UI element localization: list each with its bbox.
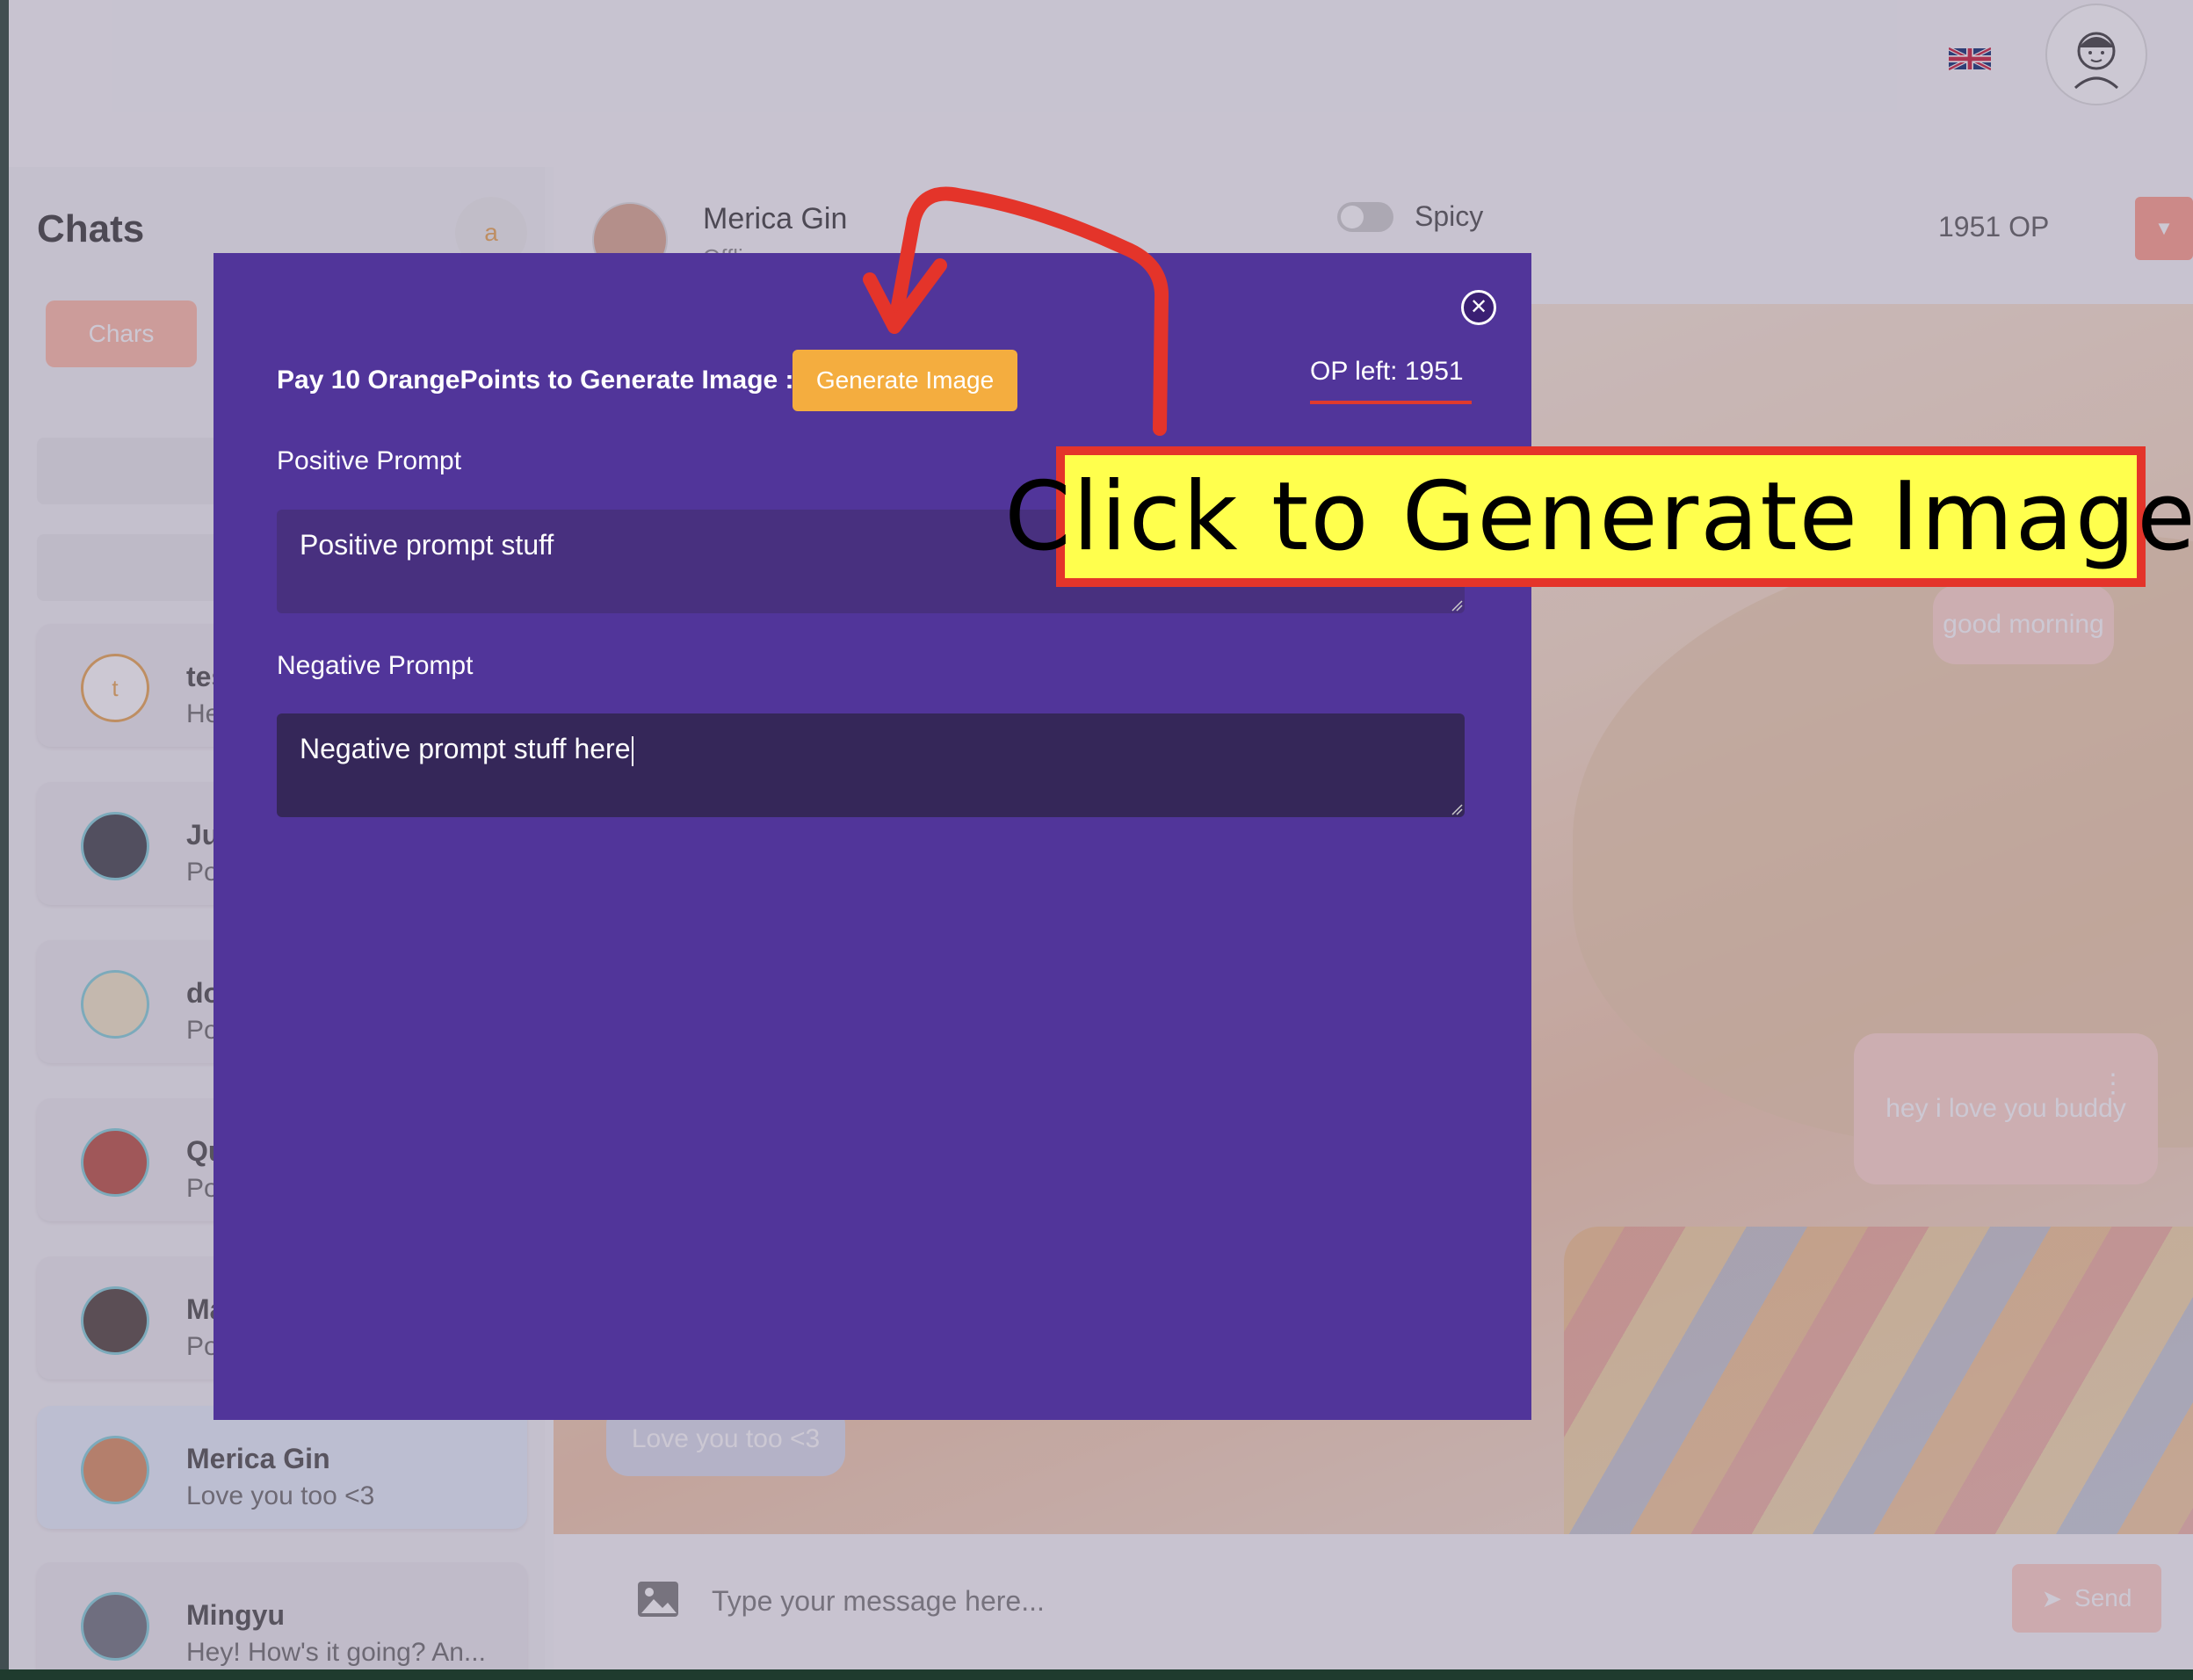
text-caret bbox=[631, 735, 633, 766]
op-left-label: OP left: 1951 bbox=[1310, 357, 1464, 386]
negative-prompt-field[interactable]: Negative prompt stuff here bbox=[277, 713, 1465, 817]
negative-prompt-text-wrap: Negative prompt stuff here bbox=[300, 733, 633, 766]
annotation-text: Click to Generate Image bbox=[1004, 461, 2193, 572]
resize-handle-icon[interactable] bbox=[1451, 803, 1463, 815]
positive-prompt-value: Positive prompt stuff bbox=[300, 529, 554, 561]
positive-prompt-label: Positive Prompt bbox=[277, 446, 462, 475]
negative-prompt-label: Negative Prompt bbox=[277, 651, 474, 680]
resize-handle-icon[interactable] bbox=[1451, 599, 1463, 612]
op-left-underline bbox=[1310, 401, 1472, 404]
generate-image-modal: ✕ Pay 10 OrangePoints to Generate Image … bbox=[214, 253, 1531, 1420]
annotation-callout: Click to Generate Image bbox=[1004, 446, 2193, 587]
close-icon[interactable]: ✕ bbox=[1461, 290, 1496, 325]
pay-label: Pay 10 OrangePoints to Generate Image : bbox=[277, 366, 794, 395]
negative-prompt-value: Negative prompt stuff here bbox=[300, 733, 631, 764]
generate-image-button[interactable]: Generate Image bbox=[793, 350, 1017, 411]
